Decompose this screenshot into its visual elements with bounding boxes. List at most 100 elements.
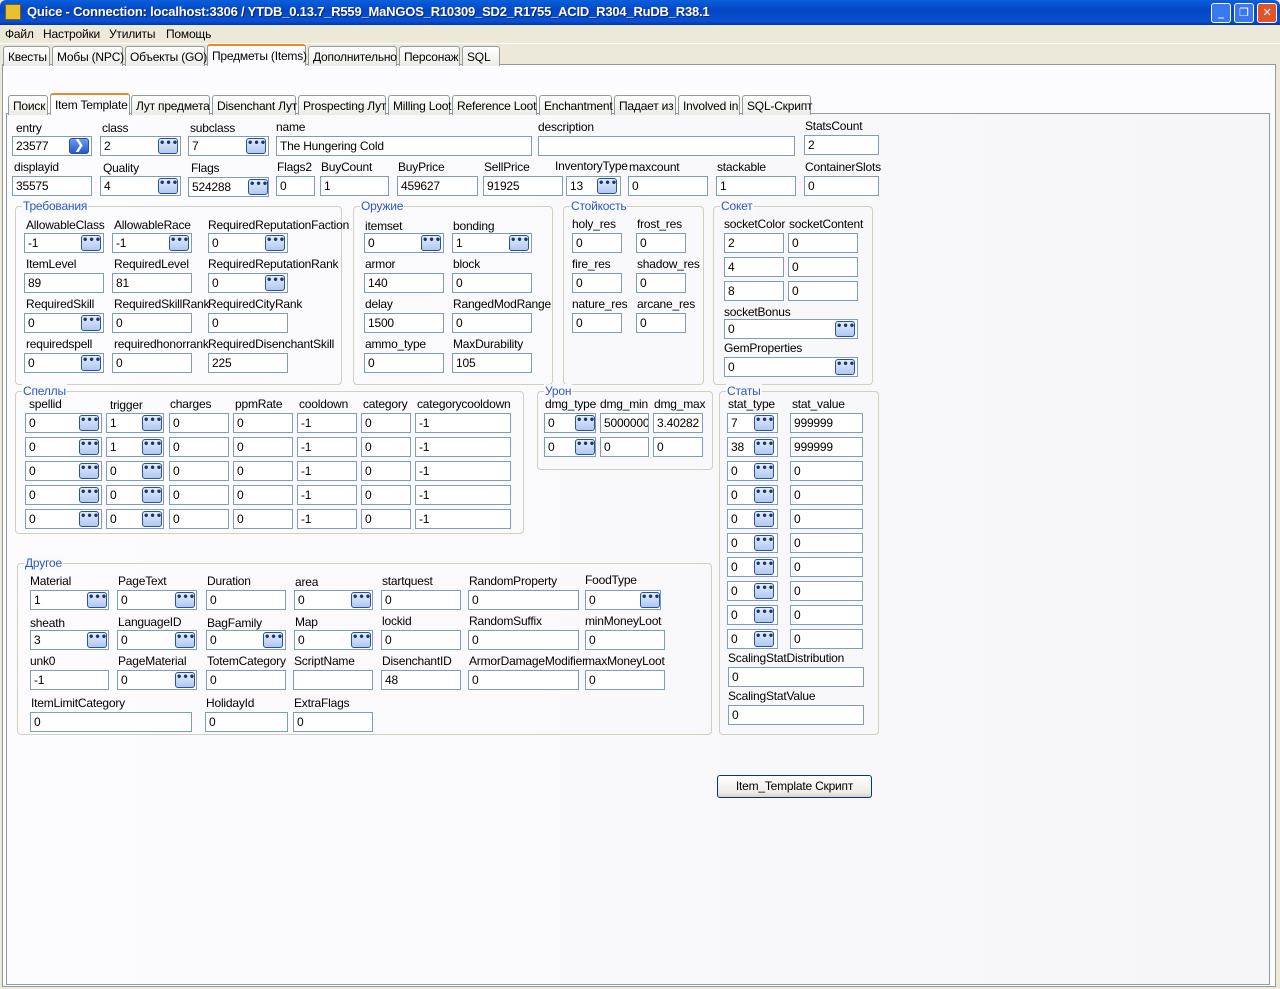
socket-color-field[interactable]: 4 xyxy=(724,257,784,277)
stat-value-field[interactable]: 0 xyxy=(790,557,863,577)
trigger-picker-button[interactable]: ••• xyxy=(142,463,162,479)
dmg-type-picker-button[interactable]: ••• xyxy=(575,415,595,431)
material-picker-button[interactable]: ••• xyxy=(87,592,107,608)
reqrepfaction-picker-button[interactable]: ••• xyxy=(265,235,285,251)
scriptname-field[interactable] xyxy=(293,670,373,690)
tab-character[interactable]: Персонаж xyxy=(399,46,460,66)
spell-category-field[interactable]: 0 xyxy=(361,413,411,433)
spell-categorycooldown-field[interactable]: -1 xyxy=(415,509,511,529)
reqreprank-picker-button[interactable]: ••• xyxy=(265,275,285,291)
tab-npc[interactable]: Мобы (NPC) xyxy=(52,46,124,66)
holidayid-field[interactable]: 0 xyxy=(205,712,288,732)
delay-field[interactable]: 1500 xyxy=(364,313,444,333)
flags2-field[interactable]: 0 xyxy=(276,176,315,196)
subtab-enchantment[interactable]: Enchantment xyxy=(539,95,613,115)
stat-value-field[interactable]: 0 xyxy=(790,581,863,601)
entry-go-button[interactable]: ❯ xyxy=(69,138,89,154)
subtab-milling-loot[interactable]: Milling Loot xyxy=(388,95,452,115)
allowableclass-picker-button[interactable]: ••• xyxy=(81,235,101,251)
stat-type-picker-button[interactable]: ••• xyxy=(754,535,774,551)
trigger-picker-button[interactable]: ••• xyxy=(142,487,162,503)
damage-min-field[interactable]: 0 xyxy=(600,437,649,457)
requiredcityrank-field[interactable]: 0 xyxy=(208,313,288,333)
map-picker-button[interactable]: ••• xyxy=(351,632,371,648)
minmoneyloot-field[interactable]: 0 xyxy=(585,630,665,650)
damage-min-field[interactable]: 5000000 xyxy=(600,413,649,433)
quality-picker-button[interactable]: ••• xyxy=(158,178,178,194)
spellid-picker-button[interactable]: ••• xyxy=(79,511,99,527)
maxcount-field[interactable]: 0 xyxy=(628,176,708,196)
subtab-item-template[interactable]: Item Template xyxy=(50,93,130,115)
stat-type-picker-button[interactable]: ••• xyxy=(754,583,774,599)
maxmoneyloot-field[interactable]: 0 xyxy=(585,670,665,690)
lockid-field[interactable]: 0 xyxy=(381,630,461,650)
stat-value-field[interactable]: 0 xyxy=(790,461,863,481)
stat-type-picker-button[interactable]: ••• xyxy=(754,463,774,479)
spellid-picker-button[interactable]: ••• xyxy=(79,415,99,431)
spell-ppmrate-field[interactable]: 0 xyxy=(233,437,293,457)
spell-category-field[interactable]: 0 xyxy=(361,485,411,505)
stat-type-picker-button[interactable]: ••• xyxy=(754,631,774,647)
block-field[interactable]: 0 xyxy=(452,273,532,293)
damage-max-field[interactable]: 0 xyxy=(653,437,703,457)
pagematerial-picker-button[interactable]: ••• xyxy=(175,672,195,688)
shadow-res-field[interactable]: 0 xyxy=(636,273,686,293)
spell-ppmrate-field[interactable]: 0 xyxy=(233,413,293,433)
buycount-field[interactable]: 1 xyxy=(320,176,389,196)
frost-res-field[interactable]: 0 xyxy=(636,233,686,253)
menu-help[interactable]: Помощь xyxy=(166,27,211,41)
requiredhonorrank-field[interactable]: 0 xyxy=(112,353,192,373)
spell-charges-field[interactable]: 0 xyxy=(169,509,229,529)
statscount-field[interactable]: 2 xyxy=(804,135,879,155)
subtab-sql-script[interactable]: SQL-Скрипт xyxy=(742,95,812,115)
stat-value-field[interactable]: 0 xyxy=(790,485,863,505)
socket-content-field[interactable]: 0 xyxy=(788,257,858,277)
unk0-field[interactable]: -1 xyxy=(30,670,109,690)
randomsuffix-field[interactable]: 0 xyxy=(468,630,579,650)
tab-quests[interactable]: Квесты xyxy=(3,46,50,66)
spell-cooldown-field[interactable]: -1 xyxy=(297,461,357,481)
spell-cooldown-field[interactable]: -1 xyxy=(297,437,357,457)
scalingstatdistribution-field[interactable]: 0 xyxy=(728,667,864,687)
subtab-disenchant-loot[interactable]: Disenchant Лут xyxy=(212,95,297,115)
requiredskillrank-field[interactable]: 0 xyxy=(112,313,192,333)
extraflags-field[interactable]: 0 xyxy=(293,712,373,732)
spell-cooldown-field[interactable]: -1 xyxy=(297,509,357,529)
arcane-res-field[interactable]: 0 xyxy=(636,313,686,333)
bagfamily-picker-button[interactable]: ••• xyxy=(263,632,283,648)
description-field[interactable] xyxy=(538,136,795,156)
trigger-picker-button[interactable]: ••• xyxy=(142,511,162,527)
spell-ppmrate-field[interactable]: 0 xyxy=(233,461,293,481)
socket-content-field[interactable]: 0 xyxy=(788,281,858,301)
spell-category-field[interactable]: 0 xyxy=(361,461,411,481)
tab-gameobjects[interactable]: Объекты (GO) xyxy=(125,46,207,66)
stat-type-picker-button[interactable]: ••• xyxy=(754,439,774,455)
itemlevel-field[interactable]: 89 xyxy=(24,273,104,293)
inventorytype-picker-button[interactable]: ••• xyxy=(597,178,617,194)
spell-categorycooldown-field[interactable]: -1 xyxy=(415,485,511,505)
minimize-button[interactable]: _ xyxy=(1211,3,1231,23)
name-field[interactable]: The Hungering Cold xyxy=(276,136,532,156)
area-picker-button[interactable]: ••• xyxy=(351,592,371,608)
maximize-button[interactable]: ❐ xyxy=(1234,3,1254,23)
trigger-picker-button[interactable]: ••• xyxy=(142,439,162,455)
reqdisenchantskill-field[interactable]: 225 xyxy=(208,353,288,373)
stat-type-picker-button[interactable]: ••• xyxy=(754,487,774,503)
spell-charges-field[interactable]: 0 xyxy=(169,485,229,505)
spellid-picker-button[interactable]: ••• xyxy=(79,487,99,503)
languageid-picker-button[interactable]: ••• xyxy=(175,632,195,648)
duration-field[interactable]: 0 xyxy=(206,590,286,610)
startquest-field[interactable]: 0 xyxy=(381,590,461,610)
stat-value-field[interactable]: 0 xyxy=(790,605,863,625)
stat-type-picker-button[interactable]: ••• xyxy=(754,415,774,431)
subtab-item-loot[interactable]: Лут предмета xyxy=(131,95,210,115)
spell-categorycooldown-field[interactable]: -1 xyxy=(415,437,511,457)
socket-color-field[interactable]: 8 xyxy=(724,281,784,301)
spell-ppmrate-field[interactable]: 0 xyxy=(233,509,293,529)
gemproperties-picker-button[interactable]: ••• xyxy=(835,359,855,375)
holy-res-field[interactable]: 0 xyxy=(572,233,622,253)
spell-category-field[interactable]: 0 xyxy=(361,509,411,529)
damage-max-field[interactable]: 3.40282 xyxy=(653,413,703,433)
spell-charges-field[interactable]: 0 xyxy=(169,437,229,457)
randomproperty-field[interactable]: 0 xyxy=(468,590,579,610)
